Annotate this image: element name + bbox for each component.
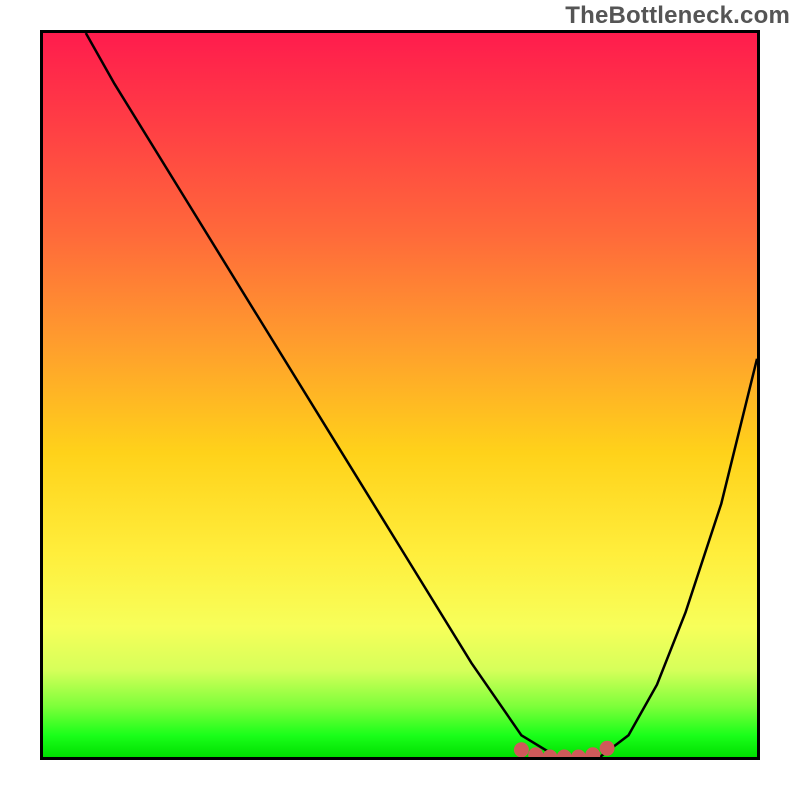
plot-area [40,30,760,760]
chart-container: TheBottleneck.com [0,0,800,800]
gradient-background [43,33,757,757]
watermark-text: TheBottleneck.com [565,2,790,30]
